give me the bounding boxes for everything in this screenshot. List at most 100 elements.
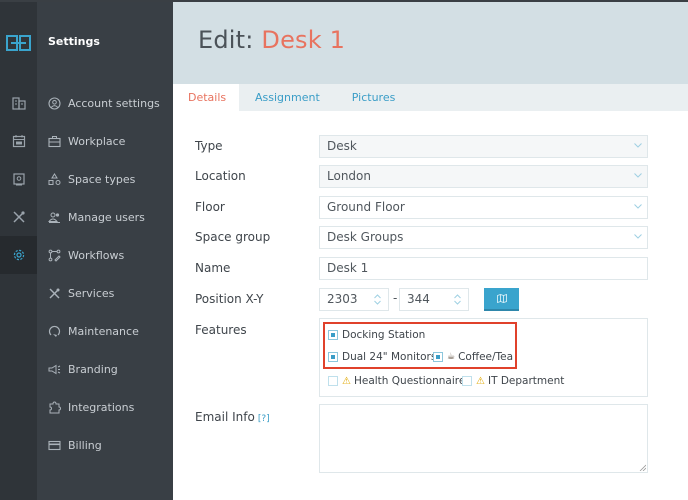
chevron-down-icon	[634, 173, 642, 178]
menu-item-label: Maintenance	[68, 324, 139, 338]
page-title: Edit: Desk 1	[198, 26, 345, 54]
menu-item-label: Branding	[68, 362, 118, 376]
type-select[interactable]: Desk	[319, 135, 648, 158]
menu-item-manage-users[interactable]: Manage users	[37, 198, 173, 236]
menu-item-services[interactable]: Services	[37, 274, 173, 312]
location-label: Location	[195, 169, 246, 183]
feature-label: Coffee/Tea	[458, 351, 514, 363]
user-circle-icon	[48, 96, 61, 110]
menu-item-integrations[interactable]: Integrations	[37, 388, 173, 426]
checkbox-checked[interactable]	[433, 352, 443, 362]
megaphone-icon	[48, 364, 61, 374]
app-logo-icon[interactable]	[6, 35, 31, 51]
menu-item-label: Services	[68, 286, 115, 300]
tab-bar: Details Assignment Pictures	[173, 84, 688, 111]
spinner-icon[interactable]	[454, 293, 461, 306]
feature-dual-monitors[interactable]: Dual 24" Monitors	[328, 351, 436, 363]
floor-value: Ground Floor	[327, 200, 405, 214]
name-value: Desk 1	[327, 261, 369, 275]
page-title-prefix: Edit:	[198, 26, 254, 54]
position-y-value: 344	[407, 292, 430, 306]
checkbox-unchecked[interactable]	[462, 376, 472, 386]
menu-item-space-types[interactable]: Space types	[37, 160, 173, 198]
warning-icon: ⚠	[342, 375, 351, 387]
feature-label: IT Department	[487, 375, 565, 387]
tools-icon	[12, 211, 25, 223]
form-row-floor: Floor Ground Floor	[195, 196, 655, 219]
chevron-down-icon	[634, 204, 642, 209]
feature-docking-station[interactable]: Docking Station	[328, 329, 425, 341]
space-group-label: Space group	[195, 230, 271, 244]
form-row-name: Name Desk 1	[195, 257, 655, 280]
menu-item-branding[interactable]: Branding	[37, 350, 173, 388]
chevron-down-icon	[634, 234, 642, 239]
page-header: Edit: Desk 1	[173, 2, 688, 84]
rail-item-calendar[interactable]	[0, 122, 37, 160]
form-row-location: Location London	[195, 165, 655, 188]
menu-item-maintenance[interactable]: Maintenance	[37, 312, 173, 350]
floor-label: Floor	[195, 200, 225, 214]
feature-label: Health Questionnaire	[353, 375, 466, 387]
maintenance-icon	[48, 325, 61, 337]
form-row-type: Type Desk	[195, 135, 655, 158]
name-input[interactable]: Desk 1	[319, 257, 648, 280]
position-label: Position X-Y	[195, 292, 264, 306]
position-separator: -	[393, 291, 398, 305]
checkbox-checked[interactable]	[328, 330, 338, 340]
gear-icon	[13, 249, 24, 261]
icon-rail	[0, 0, 37, 500]
menu-item-label: Account settings	[68, 96, 160, 110]
email-info-label: Email Info [?]	[195, 410, 270, 424]
menu-title: Settings	[48, 35, 100, 48]
form-row-position: Position X-Y 2303 - 344	[195, 288, 655, 311]
briefcase-icon	[48, 135, 61, 147]
checkbox-unchecked[interactable]	[328, 376, 338, 386]
resize-handle-icon[interactable]	[639, 464, 646, 471]
menu-item-label: Billing	[68, 438, 102, 452]
email-info-textarea[interactable]	[319, 404, 648, 473]
location-value: London	[327, 169, 371, 183]
workflow-icon	[48, 249, 61, 262]
main-content: Edit: Desk 1 Details Assignment Pictures…	[173, 0, 688, 500]
checkbox-checked[interactable]	[328, 352, 338, 362]
rail-item-building[interactable]	[0, 84, 37, 122]
spinner-icon[interactable]	[374, 293, 381, 306]
position-x-input[interactable]: 2303	[319, 288, 389, 311]
space-group-value: Desk Groups	[327, 230, 404, 244]
menu-item-account-settings[interactable]: Account settings	[37, 84, 173, 122]
feature-coffee-tea[interactable]: ☕ Coffee/Tea	[433, 351, 513, 363]
menu-item-label: Integrations	[68, 400, 135, 414]
shapes-icon	[48, 172, 61, 185]
position-y-input[interactable]: 344	[399, 288, 469, 311]
tab-pictures[interactable]: Pictures	[336, 84, 412, 111]
menu-item-label: Workflows	[68, 248, 125, 262]
menu-item-billing[interactable]: Billing	[37, 426, 173, 464]
map-button[interactable]	[484, 288, 519, 311]
map-icon	[496, 294, 507, 303]
settings-menu: Settings Account settings Workplace Spac…	[37, 0, 173, 500]
building-icon	[11, 97, 26, 110]
feature-it-department[interactable]: ⚠ IT Department	[462, 375, 564, 387]
calendar-icon	[12, 135, 25, 148]
floor-select[interactable]: Ground Floor	[319, 196, 648, 219]
type-label: Type	[195, 139, 223, 153]
menu-item-workplace[interactable]: Workplace	[37, 122, 173, 160]
users-icon	[48, 212, 60, 223]
help-link[interactable]: [?]	[258, 414, 270, 424]
space-group-select[interactable]: Desk Groups	[319, 226, 648, 249]
puzzle-icon	[49, 400, 61, 413]
tools-icon	[49, 288, 60, 298]
badge-icon	[12, 173, 25, 186]
location-select[interactable]: London	[319, 165, 648, 188]
rail-item-settings[interactable]	[0, 236, 37, 274]
name-label: Name	[195, 261, 231, 275]
rail-item-badge[interactable]	[0, 160, 37, 198]
menu-item-workflows[interactable]: Workflows	[37, 236, 173, 274]
feature-health-questionnaire[interactable]: ⚠ Health Questionnaire	[328, 375, 465, 387]
rail-item-tools[interactable]	[0, 198, 37, 236]
tab-details[interactable]: Details	[173, 84, 239, 111]
position-x-value: 2303	[327, 292, 358, 306]
menu-item-label: Manage users	[68, 210, 145, 224]
tab-assignment[interactable]: Assignment	[239, 84, 336, 111]
menu-item-label: Space types	[68, 172, 136, 186]
